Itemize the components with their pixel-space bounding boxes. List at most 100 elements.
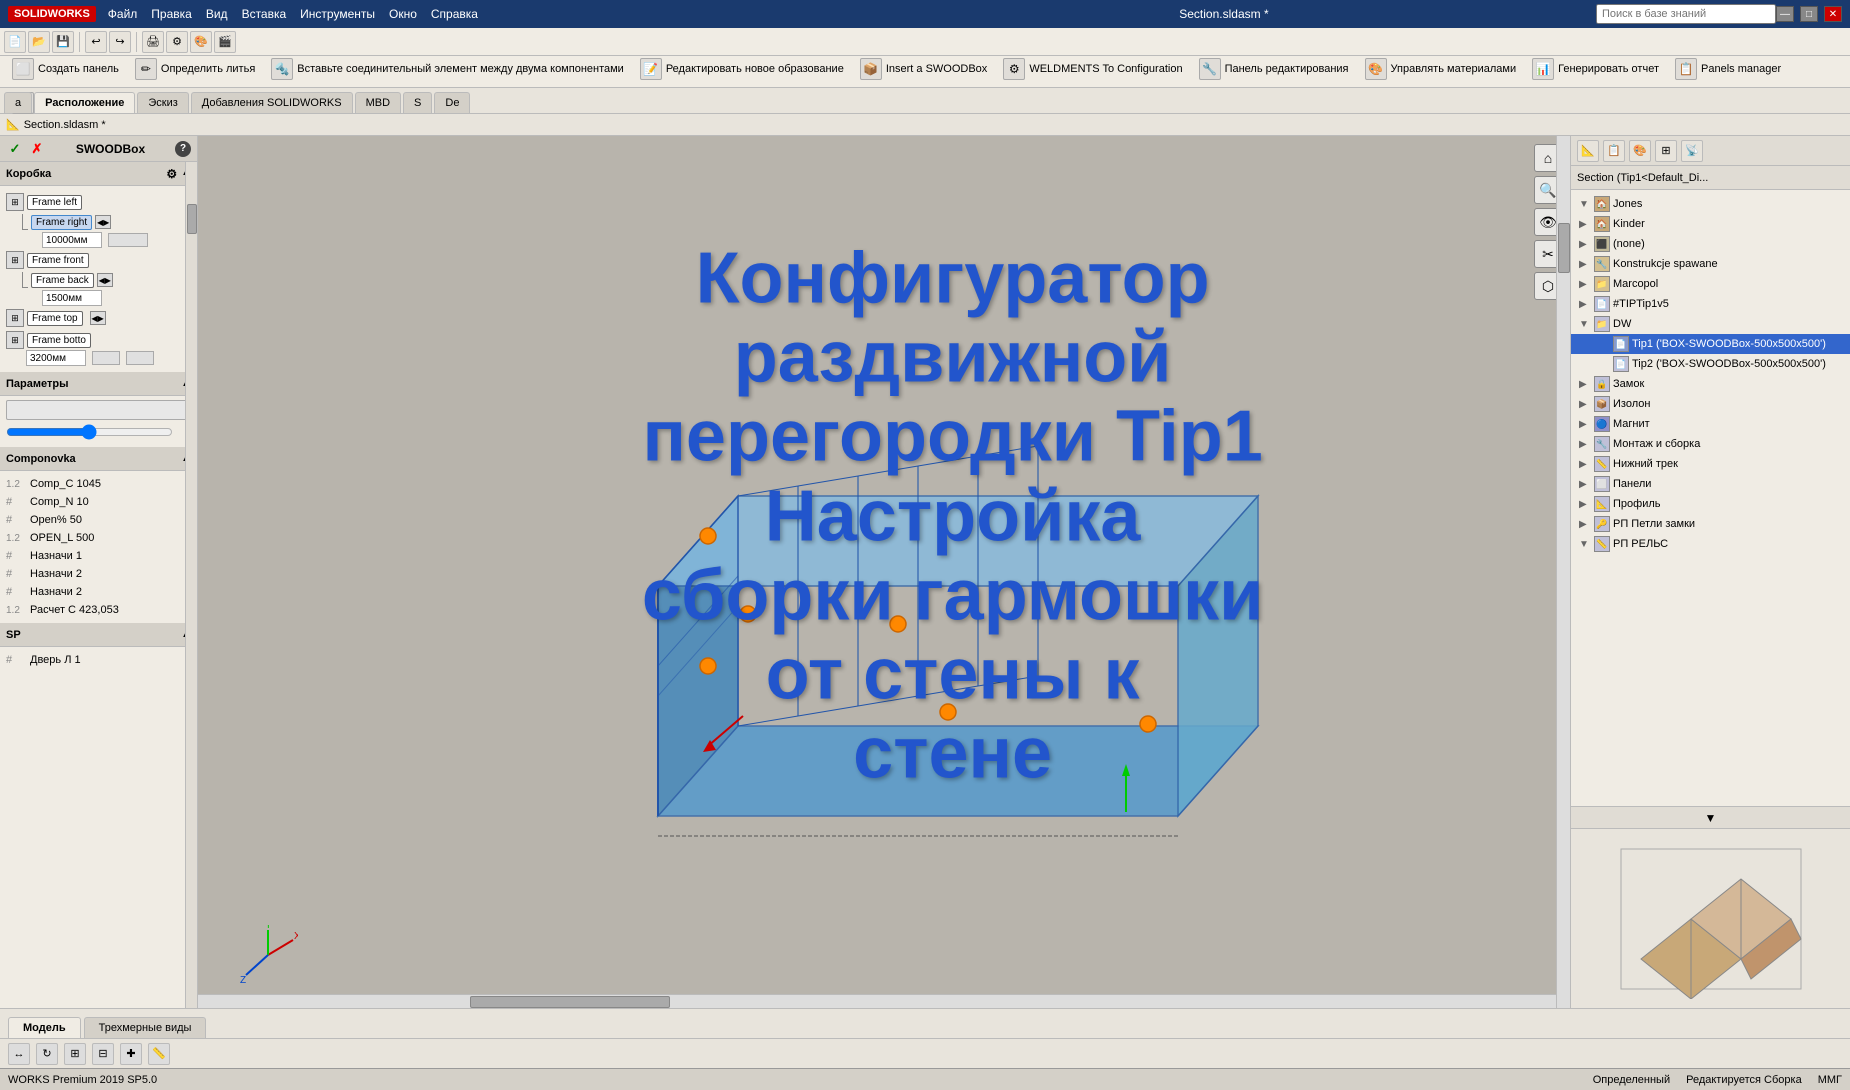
maximize-button[interactable]: □ bbox=[1800, 6, 1818, 22]
frame-right-box[interactable]: Frame right bbox=[31, 215, 92, 230]
tree-item-nizhniy-trek[interactable]: ▶ 📏 Нижний трек bbox=[1571, 454, 1850, 474]
tree-item-izolon[interactable]: ▶ 📦 Изолон bbox=[1571, 394, 1850, 414]
comp-name-7[interactable]: Расчет С 423,053 bbox=[30, 604, 191, 616]
close-button[interactable]: ✕ bbox=[1824, 6, 1842, 22]
frame-right-value[interactable] bbox=[42, 232, 102, 248]
tree-item-tip1[interactable]: 📄 Tip1 ('BOX-SWOODBox-500x500x500') bbox=[1571, 334, 1850, 354]
tab-eskiz[interactable]: Эскиз bbox=[137, 92, 188, 113]
tree-item-kinder[interactable]: ▶ 🏠 Kinder bbox=[1571, 214, 1850, 234]
display-button[interactable]: 🎨 bbox=[190, 31, 212, 53]
tab-a[interactable]: а bbox=[4, 92, 32, 113]
new-file-button[interactable]: 📄 bbox=[4, 31, 26, 53]
menu-view[interactable]: Вид bbox=[206, 7, 228, 21]
comp-name-6[interactable]: Назначи 2 bbox=[30, 586, 191, 598]
redo-button[interactable]: ↪ bbox=[109, 31, 131, 53]
menu-help[interactable]: Справка bbox=[431, 7, 478, 21]
korobka-gear-icon[interactable]: ⚙ bbox=[166, 167, 177, 181]
comp-name-5[interactable]: Назначи 2 bbox=[30, 568, 191, 580]
save-button[interactable]: 💾 bbox=[52, 31, 74, 53]
viewport-scrollbar-thumb[interactable] bbox=[1558, 223, 1570, 273]
comp-name-0[interactable]: Comp_C 1045 bbox=[30, 478, 191, 490]
menu-insert[interactable]: Вставка bbox=[242, 7, 287, 21]
edit-formation-button[interactable]: 📝 Редактировать новое образование bbox=[636, 56, 848, 82]
menu-file[interactable]: Файл bbox=[108, 7, 138, 21]
frame-bottom-value[interactable] bbox=[26, 350, 86, 366]
expand-montazh[interactable]: ▶ bbox=[1579, 439, 1591, 450]
tree-item-profil[interactable]: ▶ 📐 Профиль bbox=[1571, 494, 1850, 514]
tab-3d-views[interactable]: Трехмерные виды bbox=[84, 1017, 207, 1038]
expand-profil[interactable]: ▶ bbox=[1579, 499, 1591, 510]
frame-left-box[interactable]: Frame left bbox=[27, 195, 82, 210]
tree-item-paneli[interactable]: ▶ ⬜ Панели bbox=[1571, 474, 1850, 494]
expand-kinder[interactable]: ▶ bbox=[1579, 219, 1591, 230]
snap-button[interactable]: ✚ bbox=[120, 1043, 142, 1065]
menu-edit[interactable]: Правка bbox=[151, 7, 192, 21]
expand-konstrukcje[interactable]: ▶ bbox=[1579, 259, 1591, 270]
scrollbar-thumb[interactable] bbox=[187, 204, 197, 234]
expand-tiptip[interactable]: ▶ bbox=[1579, 299, 1591, 310]
viewport-hscrollbar-thumb[interactable] bbox=[470, 996, 670, 1008]
frame-front-box[interactable]: Frame front bbox=[27, 253, 89, 268]
comp-name-4[interactable]: Назначи 1 bbox=[30, 550, 191, 562]
param-input[interactable] bbox=[6, 400, 191, 420]
sensors-tab[interactable]: 📡 bbox=[1681, 140, 1703, 162]
tab-s[interactable]: S bbox=[403, 92, 432, 113]
tree-item-magnit[interactable]: ▶ 🔵 Магнит bbox=[1571, 414, 1850, 434]
param-slider[interactable] bbox=[6, 424, 173, 440]
expand-dw[interactable]: ▼ bbox=[1579, 319, 1591, 330]
sp-section-header[interactable]: SP ▲ bbox=[0, 623, 197, 647]
viewport-scrollbar-v[interactable] bbox=[1556, 136, 1570, 1008]
componovka-section-header[interactable]: Componovka ▲ bbox=[0, 447, 197, 471]
korobka-section-header[interactable]: Коробка ⚙ ▲ bbox=[0, 162, 197, 186]
expand-zamok[interactable]: ▶ bbox=[1579, 379, 1591, 390]
measure-button[interactable]: 📏 bbox=[148, 1043, 170, 1065]
tree-item-rp-petli[interactable]: ▶ 🔑 РП Петли замки bbox=[1571, 514, 1850, 534]
print-button[interactable]: 🖨 bbox=[142, 31, 164, 53]
help-icon[interactable]: ? bbox=[175, 141, 191, 157]
menu-window[interactable]: Окно bbox=[389, 7, 417, 21]
feature-tree-tab[interactable]: 📐 bbox=[1577, 140, 1599, 162]
tree-item-none[interactable]: ▶ ⬛ (none) bbox=[1571, 234, 1850, 254]
tree-item-tip2[interactable]: 📄 Tip2 ('BOX-SWOODBox-500x500x500') bbox=[1571, 354, 1850, 374]
expand-marcopol[interactable]: ▶ bbox=[1579, 279, 1591, 290]
tab-de[interactable]: De bbox=[434, 92, 470, 113]
expand-izolon[interactable]: ▶ bbox=[1579, 399, 1591, 410]
insert-swoodbox-button[interactable]: 📦 Insert a SWOODBox bbox=[856, 56, 991, 82]
frame-top-box[interactable]: Frame top bbox=[27, 311, 83, 326]
insert-connector-button[interactable]: 🔩 Вставьте соединительный элемент между … bbox=[267, 56, 628, 82]
tab-mbd[interactable]: MBD bbox=[355, 92, 401, 113]
tree-item-dw[interactable]: ▼ 📁 DW bbox=[1571, 314, 1850, 334]
open-button[interactable]: 📂 bbox=[28, 31, 50, 53]
frame-back-value[interactable] bbox=[42, 290, 102, 306]
expand-paneli[interactable]: ▶ bbox=[1579, 479, 1591, 490]
weldments-config-button[interactable]: ⚙ WELDMENTS To Configuration bbox=[999, 56, 1186, 82]
tree-item-zamok[interactable]: ▶ 🔒 Замок bbox=[1571, 374, 1850, 394]
scale-button[interactable]: ⊞ bbox=[64, 1043, 86, 1065]
move-button[interactable]: ↔ bbox=[8, 1043, 30, 1065]
tree-item-tiptip[interactable]: ▶ 📄 #TIPTip1v5 bbox=[1571, 294, 1850, 314]
manage-materials-button[interactable]: 🎨 Управлять материалами bbox=[1361, 56, 1521, 82]
frame-bottom-box[interactable]: Frame botto bbox=[27, 333, 91, 348]
rotate-button[interactable]: ↻ bbox=[36, 1043, 58, 1065]
parametry-section-header[interactable]: Параметры ▲ bbox=[0, 372, 197, 396]
panels-manager-button[interactable]: 📋 Panels manager bbox=[1671, 56, 1785, 82]
cancel-button[interactable]: ✗ bbox=[28, 140, 46, 158]
frame-back-box[interactable]: Frame back bbox=[31, 273, 94, 288]
expand-magnit[interactable]: ▶ bbox=[1579, 419, 1591, 430]
tree-item-marcopol[interactable]: ▶ 📁 Marcopol bbox=[1571, 274, 1850, 294]
tree-item-jones[interactable]: ▼ 🏠 Jones bbox=[1571, 194, 1850, 214]
tab-model[interactable]: Модель bbox=[8, 1017, 81, 1038]
tree-item-konstrukcje[interactable]: ▶ 🔧 Konstrukcje spawane bbox=[1571, 254, 1850, 274]
comp-name-3[interactable]: OPEN_L 500 bbox=[30, 532, 191, 544]
3d-viewport[interactable]: Конфигуратор раздвижной перегородки Tip1… bbox=[198, 136, 1570, 1008]
equations-tab[interactable]: ⊞ bbox=[1655, 140, 1677, 162]
display-states-tab[interactable]: 🎨 bbox=[1629, 140, 1651, 162]
menu-tools[interactable]: Инструменты bbox=[300, 7, 375, 21]
minimize-button[interactable]: — bbox=[1776, 6, 1794, 22]
undo-button[interactable]: ↩ bbox=[85, 31, 107, 53]
comp-name-1[interactable]: Comp_N 10 bbox=[30, 496, 191, 508]
comp-name-2[interactable]: Open% 50 bbox=[30, 514, 191, 526]
panel-editing-button[interactable]: 🔧 Панель редактирования bbox=[1195, 56, 1353, 82]
expand-nizhniy[interactable]: ▶ bbox=[1579, 459, 1591, 470]
left-panel-scrollbar[interactable] bbox=[185, 162, 197, 1008]
